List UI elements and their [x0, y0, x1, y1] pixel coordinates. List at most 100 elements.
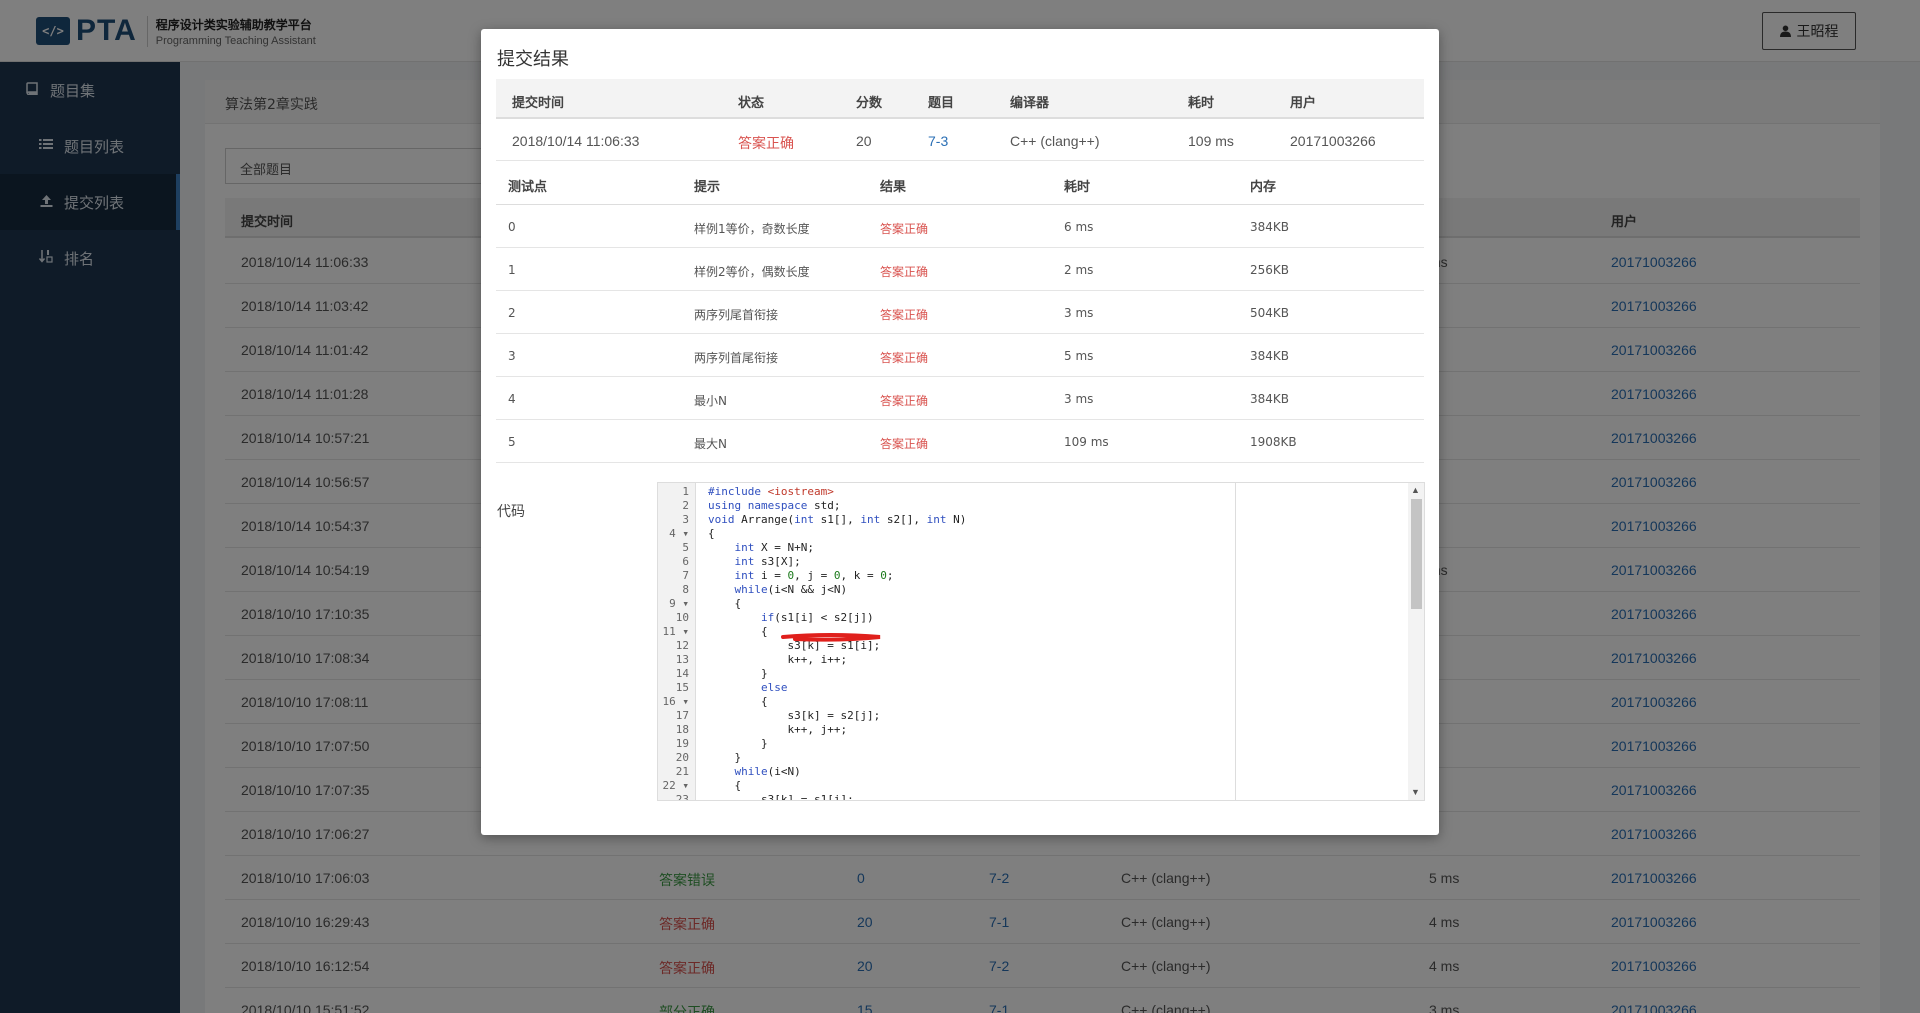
- code-line: while(i<N && j<N): [734, 583, 848, 596]
- testcase-result: 答案正确: [880, 351, 929, 365]
- line-number: 6: [682, 555, 689, 568]
- testcase-memory: 256KB: [1250, 263, 1290, 277]
- testcase-result: 答案正确: [880, 265, 929, 279]
- code-editor[interactable]: 1234 ▾ 5 6 7 8 9 ▾ 10 11 ▾ 12 13 14 15 16 ▾ 17 18 19 20 2…: [657, 482, 1425, 801]
- testcase-hint: 两序列首尾衔接: [694, 351, 779, 365]
- testcase-result: 答案正确: [880, 308, 929, 322]
- column-header-user: 用户: [1290, 96, 1317, 111]
- submission-score: 20: [856, 133, 872, 149]
- code-line: {: [708, 625, 768, 638]
- testcase-memory: 384KB: [1250, 349, 1290, 363]
- code-line: k++, i++;: [708, 653, 848, 666]
- code-line: #include <iostream>: [708, 485, 834, 498]
- column-header-case: 测试点: [508, 180, 548, 195]
- testcase-id: 0: [508, 220, 516, 234]
- code-line: {: [708, 779, 742, 792]
- code-line: }: [708, 737, 768, 750]
- testcase-id: 3: [508, 349, 516, 363]
- testcase-row: 4 最小N 答案正确 3 ms 384KB: [496, 377, 1424, 420]
- line-number: 1: [682, 485, 689, 498]
- line-number: 21: [675, 765, 689, 778]
- line-number: 9 ▾: [669, 597, 689, 610]
- testcase-result: 答案正确: [880, 222, 929, 236]
- code-line: int i = 0, j = 0, k = 0;: [734, 569, 894, 582]
- testcase-hint: 两序列尾首衔接: [694, 308, 779, 322]
- column-header-time: 耗时: [1064, 180, 1091, 195]
- line-number-gutter: 1234 ▾ 5 6 7 8 9 ▾ 10 11 ▾ 12 13 14 15 16 ▾ 17 18 19 20 2…: [658, 483, 696, 801]
- testcase-row: 2 两序列尾首衔接 答案正确 3 ms 504KB: [496, 291, 1424, 334]
- submission-user: 20171003266: [1290, 133, 1376, 149]
- column-header-problem: 题目: [928, 96, 955, 111]
- line-number: 22 ▾: [662, 779, 690, 792]
- line-number: 4 ▾: [669, 527, 689, 540]
- code-line: while(i<N): [734, 765, 801, 778]
- code-line: void Arrange(int s1[], int s2[], int N): [708, 513, 967, 526]
- print-margin: [1235, 483, 1236, 800]
- submission-problem-link[interactable]: 7-3: [928, 133, 948, 149]
- code-line: {: [708, 597, 742, 610]
- line-number: 19: [675, 737, 689, 750]
- submission-time: 2018/10/14 11:06:33: [512, 133, 640, 149]
- testcase-time: 3 ms: [1064, 392, 1094, 406]
- scroll-down-arrow-icon[interactable]: ▼: [1411, 787, 1420, 797]
- code-line: {: [708, 527, 715, 540]
- submission-duration: 109 ms: [1188, 133, 1234, 149]
- testcase-hint: 样例2等价，偶数长度: [694, 265, 810, 279]
- code-line: {: [708, 695, 768, 708]
- line-number: 8: [682, 583, 689, 596]
- scroll-up-arrow-icon[interactable]: ▲: [1411, 485, 1420, 495]
- testcase-table-body: 0 样例1等价，奇数长度 答案正确 6 ms 384KB 1 样例2等价，偶数长度 答案正确 2…: [496, 205, 1424, 463]
- testcase-id: 4: [508, 392, 516, 406]
- code-line: int X = N+N;: [734, 541, 814, 554]
- column-header-score: 分数: [856, 96, 883, 111]
- code-scrollbar-thumb[interactable]: [1411, 499, 1422, 609]
- code-line: k++, j++;: [708, 723, 848, 736]
- line-number: 13: [675, 653, 689, 666]
- code-line: if(s1[i] < s2[j]): [760, 611, 874, 624]
- code-label: 代码: [497, 504, 525, 520]
- code-line: s3[k] = s1[i];: [708, 793, 854, 801]
- line-number: 18: [675, 723, 689, 736]
- testcase-id: 2: [508, 306, 516, 320]
- testcase-header-row: 测试点 提示 结果 耗时 内存: [496, 161, 1424, 205]
- line-number: 16 ▾: [662, 695, 690, 708]
- testcase-row: 0 样例1等价，奇数长度 答案正确 6 ms 384KB: [496, 205, 1424, 248]
- line-number: 14: [675, 667, 689, 680]
- code-line: int s3[X];: [734, 555, 801, 568]
- testcase-time: 3 ms: [1064, 306, 1094, 320]
- testcase-row: 1 样例2等价，偶数长度 答案正确 2 ms 256KB: [496, 248, 1424, 291]
- testcase-time: 6 ms: [1064, 220, 1094, 234]
- testcase-hint: 最小N: [694, 394, 727, 408]
- column-header-status: 状态: [738, 96, 765, 111]
- line-number: 10: [675, 611, 689, 624]
- line-number: 7: [682, 569, 689, 582]
- line-number: 20: [675, 751, 689, 764]
- testcase-memory: 1908KB: [1250, 435, 1297, 449]
- testcase-id: 1: [508, 263, 516, 277]
- code-line: s3[k] = s2[j];: [708, 709, 881, 722]
- testcase-memory: 384KB: [1250, 220, 1290, 234]
- testcase-memory: 384KB: [1250, 392, 1290, 406]
- testcase-hint: 最大N: [694, 437, 727, 451]
- code-line: else: [760, 681, 788, 694]
- testcase-time: 109 ms: [1064, 435, 1109, 449]
- column-header-memory: 内存: [1250, 180, 1277, 195]
- line-number: 12: [675, 639, 689, 652]
- testcase-id: 5: [508, 435, 516, 449]
- column-header-compiler: 编译器: [1010, 96, 1050, 111]
- testcase-result: 答案正确: [880, 394, 929, 408]
- testcase-row: 3 两序列首尾衔接 答案正确 5 ms 384KB: [496, 334, 1424, 377]
- line-number: 17: [675, 709, 689, 722]
- code-line: using namespace std;: [708, 499, 841, 512]
- modal-title: 提交结果: [497, 49, 569, 70]
- line-number: 15: [675, 681, 689, 694]
- line-number: 2: [682, 499, 689, 512]
- submission-row: 2018/10/14 11:06:33 答案正确 20 7-3 C++ (cla…: [496, 119, 1424, 161]
- line-number: 23: [675, 793, 689, 801]
- submission-header-row: 提交时间 状态 分数 题目 编译器 耗时 用户: [496, 79, 1424, 119]
- line-number: 3: [682, 513, 689, 526]
- column-header-result: 结果: [880, 180, 907, 195]
- code-line: }: [708, 751, 742, 764]
- line-number: 11 ▾: [662, 625, 690, 638]
- testcase-hint: 样例1等价，奇数长度: [694, 222, 810, 236]
